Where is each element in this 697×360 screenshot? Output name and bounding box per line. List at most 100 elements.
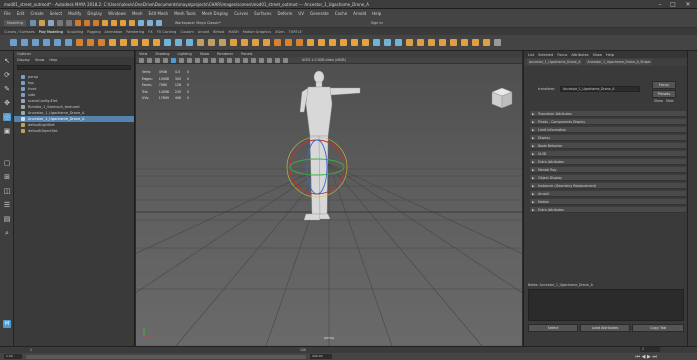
- range-slider-bar[interactable]: [26, 354, 306, 359]
- four-view-icon[interactable]: ⊞: [3, 173, 11, 181]
- append-polygon-icon[interactable]: [318, 39, 325, 46]
- boolean-icon[interactable]: [109, 39, 116, 46]
- combine-icon[interactable]: [76, 39, 83, 46]
- paint-select-tool-icon[interactable]: ✎: [3, 85, 11, 93]
- menu-create[interactable]: Create: [30, 11, 43, 16]
- wedge-face-icon[interactable]: [362, 39, 369, 46]
- color-space-label[interactable]: ACES 1.0 SDR-video (sRGB): [302, 58, 346, 62]
- resolution-gate-icon[interactable]: [243, 57, 248, 63]
- rotate-tool-icon[interactable]: ◎: [3, 113, 11, 121]
- section-node-behavior[interactable]: ▶ Node Behavior: [530, 143, 686, 149]
- notes-textarea[interactable]: [528, 289, 684, 321]
- fill-hole-icon[interactable]: [307, 39, 314, 46]
- menu-uv[interactable]: UV: [298, 11, 304, 16]
- search-icon[interactable]: ⌕: [3, 229, 11, 237]
- section-transform-attributes[interactable]: ▶ Transform Attributes: [530, 111, 686, 117]
- smooth-icon[interactable]: [98, 39, 105, 46]
- undo-icon[interactable]: [56, 19, 63, 26]
- multi-cut-icon[interactable]: [164, 39, 171, 46]
- shelf-tab-rigging[interactable]: Rigging: [87, 30, 100, 34]
- snap-view-plane-icon[interactable]: [128, 19, 135, 26]
- shelf-tab-fx-caching[interactable]: FX Caching: [157, 30, 177, 34]
- sculpt-tool-icon[interactable]: [384, 39, 391, 46]
- save-scene-icon[interactable]: [47, 19, 54, 26]
- auto-map-icon[interactable]: [219, 39, 226, 46]
- shelf-tab-sculpting[interactable]: Sculpting: [67, 30, 83, 34]
- shadows-icon[interactable]: [203, 57, 208, 63]
- attr-menu-selected[interactable]: Selected: [538, 53, 553, 57]
- viewport-menu-panels[interactable]: Panels: [241, 52, 252, 56]
- node-tab-shape[interactable]: Ancestor_1_Ugachame_Drone_A_Shape: [585, 59, 653, 65]
- attr-menu-attributes[interactable]: Attributes: [571, 53, 588, 57]
- menu-modify[interactable]: Modify: [68, 11, 81, 16]
- quadrangulate-icon[interactable]: [461, 39, 468, 46]
- section-arnold[interactable]: ▶ Arnold: [530, 191, 686, 197]
- poke-face-icon[interactable]: [351, 39, 358, 46]
- anti-aliasing-icon[interactable]: [219, 57, 224, 63]
- minimize-button[interactable]: –: [655, 1, 665, 8]
- viewport-scene[interactable]: [136, 64, 522, 346]
- select-button[interactable]: Select: [528, 324, 578, 332]
- section-uuid[interactable]: ▶ UUID: [530, 151, 686, 157]
- viewport-menu-lighting[interactable]: Lighting: [178, 52, 192, 56]
- menu-select[interactable]: Select: [50, 11, 62, 16]
- mirror-icon[interactable]: [120, 39, 127, 46]
- reverse-normals-icon[interactable]: [296, 39, 303, 46]
- outliner-menu-display[interactable]: Display: [17, 58, 30, 62]
- attr-menu-focus[interactable]: Focus: [557, 53, 567, 57]
- offset-edge-loop-icon[interactable]: [340, 39, 347, 46]
- image-plane-icon[interactable]: [155, 57, 160, 63]
- smooth-shade-icon[interactable]: [179, 57, 184, 63]
- node-tab-transform[interactable]: Ancestor_1_Ugachame_Drone_A: [527, 59, 583, 65]
- select-object-icon[interactable]: [83, 19, 90, 26]
- current-frame-field[interactable]: 1: [640, 347, 660, 352]
- section-extra-attributes[interactable]: ▶ Extra Attributes: [530, 159, 686, 165]
- shelf-tab-rendering[interactable]: Rendering: [126, 30, 144, 34]
- workspace-label[interactable]: Workspace: Maya Classic*: [175, 21, 221, 25]
- hide-button[interactable]: Hide: [666, 99, 674, 103]
- transform-name-field[interactable]: Ancestor_1_Ugachame_Drone_A: [560, 86, 640, 92]
- center-pivot-icon[interactable]: [230, 39, 237, 46]
- outliner-search-input[interactable]: [17, 65, 131, 70]
- bookmark-icon[interactable]: [147, 57, 152, 63]
- shelf-tab-motion-graphics[interactable]: Motion Graphics: [243, 30, 271, 34]
- soften-edge-icon[interactable]: [274, 39, 281, 46]
- section-mental-ray[interactable]: ▶ Mental Ray: [530, 167, 686, 173]
- menu-file[interactable]: File: [4, 11, 11, 16]
- menu-edit-mesh[interactable]: Edit Mesh: [149, 11, 169, 16]
- shelf-tab-xgen[interactable]: XGen: [275, 30, 284, 34]
- separate-icon[interactable]: [87, 39, 94, 46]
- menu-edit[interactable]: Edit: [17, 11, 25, 16]
- menu-mesh-display[interactable]: Mesh Display: [202, 11, 229, 16]
- attr-menu-list[interactable]: List: [528, 53, 534, 57]
- menu-help[interactable]: Help: [372, 11, 381, 16]
- shelf-tab-animation[interactable]: Animation: [105, 30, 123, 34]
- reduce-icon[interactable]: [428, 39, 435, 46]
- quad-draw-icon[interactable]: [186, 39, 193, 46]
- shelf-tab-arnold[interactable]: Arnold: [198, 30, 209, 34]
- outliner-item-default-object-set[interactable]: defaultObjectSet: [14, 128, 134, 134]
- outliner-menu-help[interactable]: Help: [49, 58, 57, 62]
- render-settings-icon[interactable]: [155, 19, 162, 26]
- shelf-tab-bifrost[interactable]: Bifrost: [213, 30, 224, 34]
- extrude-icon[interactable]: [131, 39, 138, 46]
- side-by-side-icon[interactable]: ◫: [3, 187, 11, 195]
- poly-cone-icon[interactable]: [43, 39, 50, 46]
- camera-attributes-icon[interactable]: [139, 57, 144, 63]
- range-end-field[interactable]: 200.00: [310, 354, 332, 359]
- section-pivots[interactable]: ▶ Pivots - Components Display: [530, 119, 686, 125]
- grid-toggle-icon[interactable]: [163, 57, 168, 63]
- show-button[interactable]: Show: [654, 99, 663, 103]
- section-motion[interactable]: ▶ Motion: [530, 199, 686, 205]
- shelf-settings-icon[interactable]: [494, 39, 501, 46]
- sign-in-link[interactable]: Sign In: [371, 21, 383, 25]
- playback-controls[interactable]: ⏮ ◀ ▶ ⏭: [636, 354, 657, 360]
- freeze-transform-icon[interactable]: [241, 39, 248, 46]
- view-cube[interactable]: [491, 87, 513, 109]
- select-component-icon[interactable]: [92, 19, 99, 26]
- exposure-icon[interactable]: [275, 57, 280, 63]
- uv-editor-icon[interactable]: [197, 39, 204, 46]
- symmetry-icon[interactable]: [472, 39, 479, 46]
- section-display[interactable]: ▶ Display: [530, 135, 686, 141]
- right-side-tabs[interactable]: [687, 51, 697, 346]
